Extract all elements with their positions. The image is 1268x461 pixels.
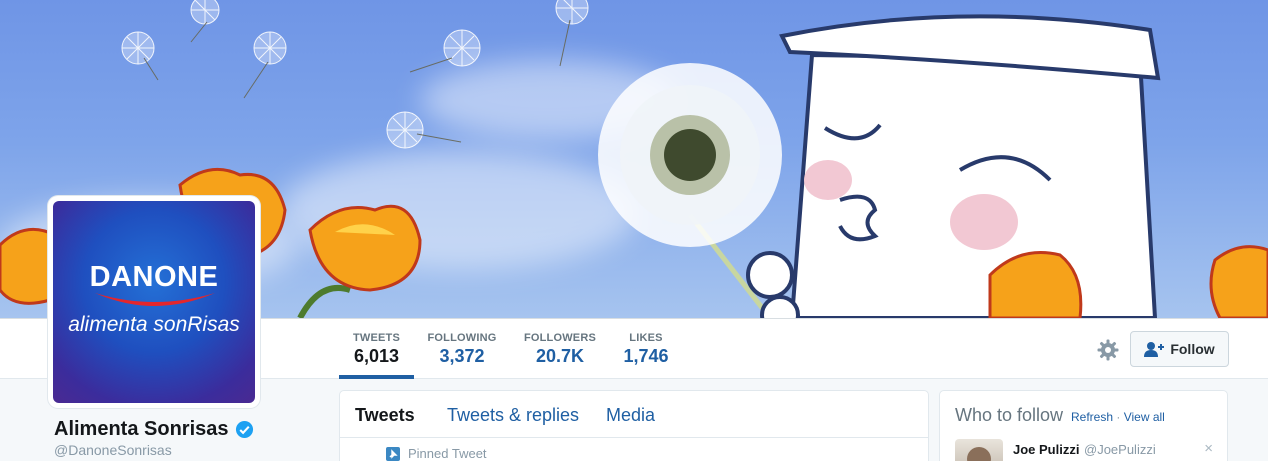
stat-value: 20.7K [535, 346, 585, 366]
gear-icon[interactable] [1096, 338, 1120, 362]
who-to-follow-title: Who to follow [955, 405, 1064, 425]
timeline-card: Tweets Tweets & replies Media Pinned Twe… [339, 390, 929, 461]
stat-label: TWEETS [352, 332, 401, 344]
suggestion-name[interactable]: Joe Pulizzi [1013, 442, 1079, 457]
avatar-tagline: alimenta sonRisas [68, 313, 240, 336]
verified-badge-icon [235, 420, 253, 439]
stat-tweets[interactable]: TWEETS 6,013 [339, 319, 414, 379]
profile-handle[interactable]: @DanoneSonrisas [54, 442, 172, 458]
stat-value: 6,013 [353, 346, 400, 366]
suggestion-avatar[interactable] [955, 439, 1003, 461]
tab-tweets[interactable]: Tweets [355, 405, 415, 426]
add-user-icon [1144, 342, 1165, 357]
follow-label: Follow [1170, 341, 1215, 357]
dismiss-suggestion-icon[interactable]: × [1204, 440, 1213, 457]
stat-label: FOLLOWERS [523, 332, 597, 344]
stat-likes[interactable]: LIKES 1,746 [620, 319, 672, 379]
suggestion-handle: @JoePulizzi [1084, 442, 1156, 457]
pinned-tweet-header: Pinned Tweet [386, 446, 487, 461]
profile-name-text: Alimenta Sonrisas [54, 418, 229, 440]
follow-button[interactable]: Follow [1130, 331, 1229, 367]
stat-value: 3,372 [439, 346, 485, 366]
stat-label: LIKES [629, 332, 663, 344]
tab-tweets-replies[interactable]: Tweets & replies [447, 405, 579, 426]
stat-followers[interactable]: FOLLOWERS 20.7K [520, 319, 600, 379]
view-all-link[interactable]: View all [1124, 410, 1165, 424]
tab-media[interactable]: Media [606, 405, 655, 426]
stat-following[interactable]: FOLLOWING 3,372 [424, 319, 500, 379]
profile-avatar[interactable]: DANONE alimenta sonRisas [48, 196, 260, 408]
timeline-tabs: Tweets Tweets & replies Media [340, 391, 928, 438]
flying-seeds [121, 0, 589, 149]
separator: · [1116, 410, 1121, 424]
who-to-follow-links: Refresh · View all [1071, 410, 1165, 424]
profile-name[interactable]: Alimenta Sonrisas [54, 418, 254, 441]
yogurt-character [746, 14, 1161, 318]
refresh-link[interactable]: Refresh [1071, 410, 1113, 424]
pin-icon [386, 446, 400, 461]
stat-label: FOLLOWING [427, 332, 497, 344]
stat-value: 1,746 [623, 346, 669, 366]
who-to-follow: Who to follow Refresh · View all Joe Pul… [939, 390, 1228, 461]
avatar-image: DANONE alimenta sonRisas [53, 201, 255, 403]
pinned-label: Pinned Tweet [408, 446, 487, 461]
